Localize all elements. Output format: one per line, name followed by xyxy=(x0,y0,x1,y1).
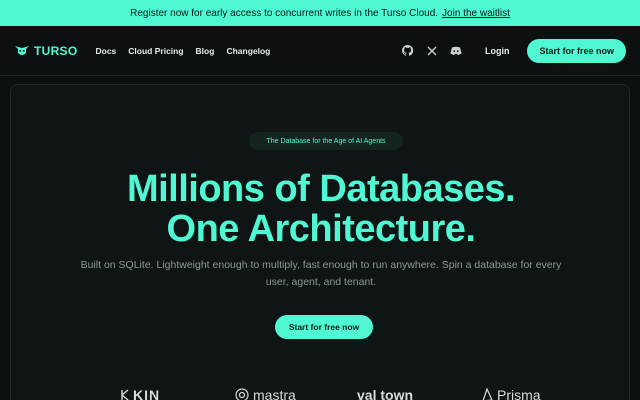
hero-subtitle: Built on SQLite. Lightweight enough to m… xyxy=(61,257,581,291)
hero-section: The Database for the Age of AI Agents Mi… xyxy=(10,84,630,400)
hero-headline: Millions of Databases. One Architecture. xyxy=(11,169,631,249)
kin-logo-icon xyxy=(121,389,129,400)
turso-logo-icon xyxy=(15,45,29,55)
subtitle-line-1: Built on SQLite. Lightweight enough to m… xyxy=(80,259,562,271)
x-icon[interactable] xyxy=(425,44,439,58)
mastra-logo-icon xyxy=(235,388,249,400)
headline-line-2: One Architecture. xyxy=(166,208,476,250)
nav-link-blog[interactable]: Blog xyxy=(196,46,215,56)
nav-start-free-button[interactable]: Start for free now xyxy=(527,38,626,63)
nav-link-cloud-pricing[interactable]: Cloud Pricing xyxy=(128,46,183,56)
login-link[interactable]: Login xyxy=(485,46,510,56)
hero-pill: The Database for the Age of AI Agents xyxy=(249,132,403,150)
headline-line-1: Millions of Databases. xyxy=(126,168,516,210)
nav-right: Login Start for free now xyxy=(391,38,626,63)
customer-logos: KIN mastra val town Prisma xyxy=(11,387,631,400)
hero-start-free-button[interactable]: Start for free now xyxy=(275,315,373,339)
logo-kin: KIN xyxy=(121,387,160,400)
top-nav: TURSO Docs Cloud Pricing Blog Changelog … xyxy=(0,26,640,76)
logo-prisma: Prisma xyxy=(481,387,541,400)
discord-icon[interactable] xyxy=(449,44,463,58)
github-icon[interactable] xyxy=(401,44,415,58)
subtitle-line-2: user, agent, and tenant. xyxy=(265,276,377,288)
turso-logo[interactable]: TURSO xyxy=(14,44,78,58)
banner-text: Register now for early access to concurr… xyxy=(130,7,439,19)
nav-links: Docs Cloud Pricing Blog Changelog xyxy=(96,46,283,56)
logo-val-town: val town xyxy=(357,387,414,400)
join-waitlist-link[interactable]: Join the waitlist xyxy=(442,8,510,19)
prisma-logo-icon xyxy=(482,388,493,400)
nav-link-docs[interactable]: Docs xyxy=(96,46,117,56)
nav-link-changelog[interactable]: Changelog xyxy=(226,46,270,56)
logo-text: TURSO xyxy=(34,43,78,58)
announcement-banner: Register now for early access to concurr… xyxy=(0,0,640,26)
logo-mastra: mastra xyxy=(235,387,296,400)
